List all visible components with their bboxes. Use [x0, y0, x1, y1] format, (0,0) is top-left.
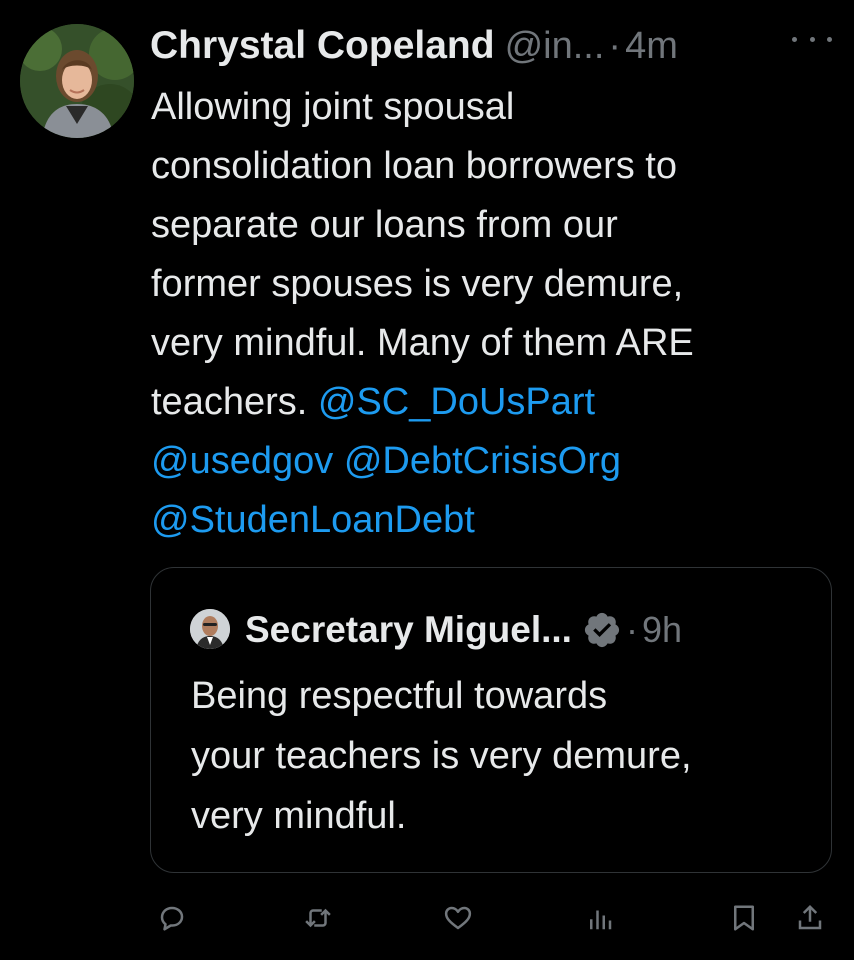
quoted-text-line: Being respectful towards	[191, 675, 608, 717]
tweet-action-bar	[0, 890, 854, 946]
tweet[interactable]: Chrystal Copeland @in... · 4m Allowing j…	[0, 0, 854, 960]
mention-link[interactable]: @SC_DoUsPart	[318, 381, 595, 423]
tweet-text-line: teachers. @SC_DoUsPart	[151, 373, 831, 432]
quoted-text-line: very mindful.	[191, 795, 407, 837]
quoted-header-separator: ·	[625, 609, 638, 650]
author-name[interactable]: Chrystal Copeland	[150, 24, 495, 68]
mention-link[interactable]: @usedgov	[151, 440, 333, 482]
tweet-text: Allowing joint spousal consolidation loa…	[151, 78, 831, 550]
tweet-text-line: consolidation loan borrowers to	[151, 145, 677, 187]
retweet-button[interactable]	[296, 896, 340, 940]
more-options-button[interactable]	[792, 24, 832, 54]
tweet-text-line: @usedgov @DebtCrisisOrg	[151, 432, 831, 491]
quoted-text-line: your teachers is very demure,	[191, 735, 692, 777]
quoted-tweet-text: Being respectful towards your teachers i…	[191, 666, 811, 846]
header-separator: ·	[608, 24, 622, 67]
tweet-header: Chrystal Copeland @in... · 4m	[150, 18, 840, 74]
author-handle[interactable]: @in...	[505, 25, 605, 68]
reply-icon	[160, 906, 184, 931]
verified-badge-icon	[584, 612, 620, 648]
bookmark-icon	[734, 905, 754, 931]
retweet-icon	[305, 908, 331, 928]
tweet-text-fragment: teachers.	[151, 381, 318, 423]
tweet-text-line: separate our loans from our	[151, 204, 618, 246]
author-avatar-image	[20, 24, 134, 138]
quoted-tweet-timestamp[interactable]: 9h	[642, 609, 682, 651]
tweet-text-line: former spouses is very demure,	[151, 263, 684, 305]
tweet-timestamp[interactable]: 4m	[625, 25, 678, 68]
bookmark-button[interactable]	[722, 896, 766, 940]
quoted-author-name[interactable]: Secretary Miguel...	[245, 609, 572, 651]
mention-link[interactable]: @StudenLoanDebt	[151, 499, 475, 541]
views-button[interactable]	[578, 896, 622, 940]
more-horizontal-icon	[792, 36, 797, 42]
share-button[interactable]	[788, 896, 832, 940]
tweet-text-line: Allowing joint spousal	[151, 86, 515, 128]
views-icon	[590, 910, 612, 930]
quoted-tweet-card[interactable]: Secretary Miguel... · 9h Being respectfu…	[150, 567, 832, 873]
tweet-text-line: very mindful. Many of them ARE	[151, 322, 694, 364]
heart-icon	[444, 906, 472, 930]
mention-link[interactable]: @DebtCrisisOrg	[344, 440, 621, 482]
tweet-text-line: @StudenLoanDebt	[151, 491, 831, 550]
like-button[interactable]	[436, 896, 480, 940]
quoted-author-avatar-image	[190, 609, 230, 649]
share-icon	[798, 904, 822, 930]
author-avatar[interactable]	[20, 24, 134, 138]
quoted-author-avatar[interactable]	[190, 609, 230, 649]
reply-button[interactable]	[150, 896, 194, 940]
quoted-tweet-header: Secretary Miguel... · 9h	[245, 602, 682, 658]
